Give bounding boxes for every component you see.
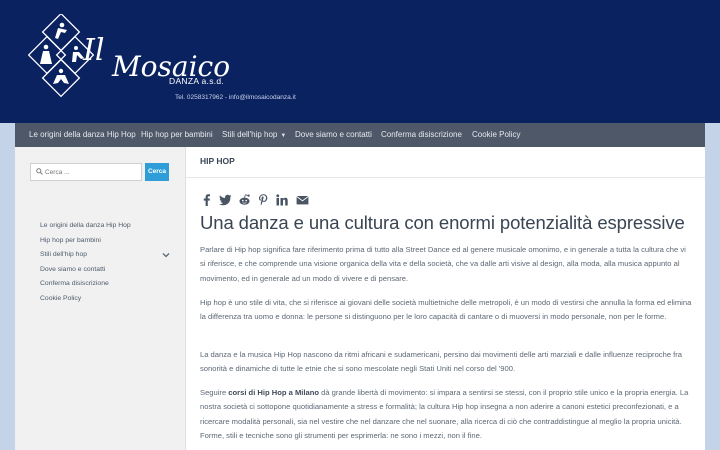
twitter-icon[interactable] — [219, 194, 232, 206]
paragraph-1: Parlare di Hip hop significa fare riferi… — [200, 245, 686, 283]
search-button[interactable]: Cerca — [145, 163, 169, 181]
nav-item-label: Hip hop per bambini — [141, 130, 213, 139]
sidebar-item-bambini[interactable]: Hip hop per bambini — [40, 234, 170, 249]
pinterest-icon[interactable] — [258, 194, 269, 206]
paragraph-2: Hip hop è uno stile di vita, che si rife… — [200, 298, 692, 322]
nav-item-bambini[interactable]: Hip hop per bambini — [141, 123, 213, 147]
reddit-icon[interactable] — [238, 194, 251, 206]
nav-item-disiscrizione[interactable]: Conferma disiscrizione — [381, 123, 462, 147]
sidebar-item-cookie[interactable]: Cookie Policy — [40, 292, 170, 307]
main-content: HIP HOP Una danza e una cultura con enor… — [186, 147, 705, 450]
page-title: Una danza e una cultura con enormi poten… — [200, 212, 685, 233]
search-field — [30, 163, 142, 181]
sidebar-item-label: Conferma disiscrizione — [40, 280, 109, 288]
page-container: Cerca Le origini della danza Hip Hop Hip… — [15, 147, 705, 450]
paragraph-3: La danza e la musica Hip Hop nascono da … — [200, 350, 683, 374]
main-nav: Le origini della danza Hip Hop Hip hop p… — [15, 123, 705, 147]
svg-text:DANZA a.s.d.: DANZA a.s.d. — [169, 76, 224, 86]
sidebar-item-label: Le origini della danza Hip Hop — [40, 222, 131, 229]
section-header: HIP HOP — [186, 147, 705, 178]
sidebar-item-disiscrizione[interactable]: Conferma disiscrizione — [40, 277, 170, 292]
sidebar-item-label: Cookie Policy — [40, 294, 82, 302]
svg-text:Il: Il — [82, 33, 104, 68]
search-input[interactable] — [45, 164, 137, 180]
paragraph-text: Seguire — [200, 388, 229, 397]
linkedin-icon[interactable] — [276, 194, 288, 206]
nav-item-label: Le origini della danza Hip Hop — [29, 130, 136, 139]
sidebar-item-origini[interactable]: Le origini della danza Hip Hop — [40, 219, 170, 234]
header-contact: Tel. 0258317962 - info@ilmosaicodanza.it — [175, 94, 296, 101]
highlight-text: corsi di Hip Hop a Milano — [228, 388, 320, 397]
sidebar-item-label: Stili dell'hip hop — [40, 251, 88, 259]
nav-item-origini[interactable]: Le origini della danza Hip Hop — [29, 123, 136, 147]
nav-item-label: Conferma disiscrizione — [381, 130, 462, 139]
nav-item-cookie[interactable]: Cookie Policy — [472, 123, 520, 147]
chevron-down-icon[interactable] — [162, 248, 170, 263]
nav-item-label: Stili dell'hip hop — [222, 130, 278, 139]
facebook-icon[interactable] — [202, 194, 211, 206]
paragraph-4: Seguire corsi di Hip Hop a Milano dà gra… — [200, 386, 692, 443]
sidebar-item-label: Dove siamo e contatti — [40, 265, 106, 273]
nav-item-contatti[interactable]: Dove siamo e contatti — [295, 123, 372, 147]
caret-down-icon: ▼ — [280, 133, 287, 139]
nav-item-label: Cookie Policy — [472, 130, 521, 139]
sidebar-item-contatti[interactable]: Dove siamo e contatti — [40, 263, 170, 278]
nav-item-stili[interactable]: Stili dell'hip hop ▼ — [222, 123, 286, 147]
email-icon[interactable] — [296, 194, 309, 206]
site-header: Il Mosaico DANZA a.s.d. Tel. 0258317962 … — [0, 0, 720, 123]
sidebar-item-stili[interactable]: Stili dell'hip hop — [40, 248, 170, 263]
sidebar: Cerca Le origini della danza Hip Hop Hip… — [15, 147, 186, 450]
sidebar-item-label: Hip hop per bambini — [40, 236, 101, 244]
section-title: HIP HOP — [200, 156, 235, 166]
sidebar-menu: Le origini della danza Hip Hop Hip hop p… — [40, 219, 170, 307]
nav-item-label: Dove siamo e contatti — [295, 130, 372, 139]
search-icon — [36, 168, 43, 175]
